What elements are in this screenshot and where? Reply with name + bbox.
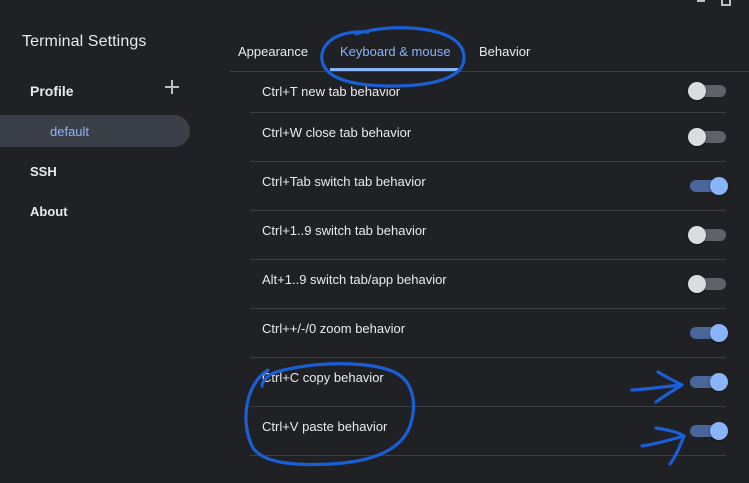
maximize-icon[interactable] bbox=[721, 0, 731, 6]
tab-bar: Appearance Keyboard & mouse Behavior bbox=[230, 36, 749, 72]
active-tab-indicator bbox=[330, 68, 458, 71]
tab-behavior[interactable]: Behavior bbox=[479, 44, 530, 59]
setting-label: Ctrl+Tab switch tab behavior bbox=[262, 174, 426, 189]
toggle-knob bbox=[688, 275, 706, 293]
add-profile-plus-icon[interactable] bbox=[163, 78, 181, 96]
setting-row-alt-1-9: Alt+1..9 switch tab/app behavior bbox=[250, 260, 726, 309]
toggle-switch[interactable] bbox=[688, 422, 728, 440]
tab-keyboard-mouse[interactable]: Keyboard & mouse bbox=[340, 44, 451, 59]
setting-row-ctrl-1-9: Ctrl+1..9 switch tab behavior bbox=[250, 211, 726, 260]
toggle-switch[interactable] bbox=[688, 226, 726, 244]
setting-row-zoom: Ctrl++/-/0 zoom behavior bbox=[250, 309, 728, 358]
profile-heading: Profile bbox=[30, 83, 74, 99]
toggle-switch[interactable] bbox=[688, 82, 726, 100]
setting-row-ctrl-c: Ctrl+C copy behavior bbox=[250, 358, 728, 407]
app-title: Terminal Settings bbox=[22, 33, 147, 50]
toggle-knob bbox=[710, 373, 728, 391]
setting-row-ctrl-tab: Ctrl+Tab switch tab behavior bbox=[250, 162, 728, 211]
sidebar-item-about[interactable]: About bbox=[30, 204, 68, 219]
setting-label: Ctrl+W close tab behavior bbox=[262, 125, 412, 140]
setting-row-ctrl-v: Ctrl+V paste behavior bbox=[250, 407, 728, 456]
setting-label: Ctrl+V paste behavior bbox=[262, 419, 388, 434]
toggle-knob bbox=[710, 422, 728, 440]
toggle-knob bbox=[710, 177, 728, 195]
setting-label: Ctrl+T new tab behavior bbox=[262, 84, 401, 99]
toggle-switch[interactable] bbox=[688, 373, 728, 391]
setting-label: Ctrl++/-/0 zoom behavior bbox=[262, 321, 406, 336]
toggle-knob bbox=[688, 128, 706, 146]
sidebar: Terminal Settings Profile default SSH Ab… bbox=[0, 0, 210, 483]
toggle-switch[interactable] bbox=[688, 128, 726, 146]
sidebar-item-profile-default[interactable]: default bbox=[0, 115, 190, 147]
minimize-icon[interactable] bbox=[697, 0, 705, 2]
setting-row-ctrl-t: Ctrl+T new tab behavior bbox=[250, 72, 726, 113]
settings-list: Ctrl+T new tab behavior Ctrl+W close tab… bbox=[250, 72, 728, 456]
toggle-switch[interactable] bbox=[688, 324, 728, 342]
setting-label: Alt+1..9 switch tab/app behavior bbox=[262, 272, 447, 287]
sidebar-item-ssh[interactable]: SSH bbox=[30, 164, 57, 179]
setting-label: Ctrl+C copy behavior bbox=[262, 370, 384, 385]
tab-appearance[interactable]: Appearance bbox=[238, 44, 308, 59]
toggle-knob bbox=[688, 82, 706, 100]
setting-row-ctrl-w: Ctrl+W close tab behavior bbox=[250, 113, 726, 162]
toggle-knob bbox=[710, 324, 728, 342]
toggle-switch[interactable] bbox=[688, 177, 728, 195]
toggle-knob bbox=[688, 226, 706, 244]
setting-label: Ctrl+1..9 switch tab behavior bbox=[262, 223, 427, 238]
window-controls bbox=[697, 0, 731, 6]
profile-item-label: default bbox=[50, 124, 90, 139]
toggle-switch[interactable] bbox=[688, 275, 726, 293]
